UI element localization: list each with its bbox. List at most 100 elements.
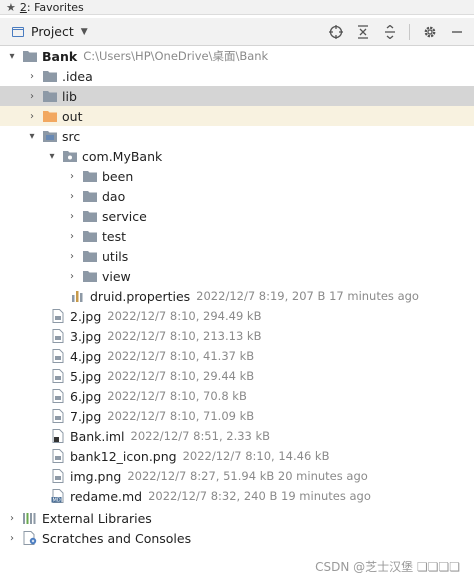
favorites-tab[interactable]: ★ 2 : Favorites [0, 0, 474, 15]
library-icon [22, 510, 38, 526]
tree-node-file[interactable]: img.png 2022/12/7 8:27, 51.94 kB 20 minu… [0, 466, 474, 486]
minimize-icon[interactable] [446, 21, 468, 43]
folder-icon [22, 48, 38, 64]
folder-name: .idea [62, 68, 93, 84]
chevron-right-icon[interactable]: › [66, 226, 78, 246]
tree-node-src[interactable]: ▾ src [0, 126, 474, 146]
file-meta: 2022/12/7 8:10, 294.49 kB [107, 309, 262, 323]
tree-node-service[interactable]: › service [0, 206, 474, 226]
folder-name: test [102, 228, 127, 244]
chevron-right-icon[interactable]: › [6, 508, 18, 528]
tree-node-druid[interactable]: druid.properties 2022/12/7 8:19, 207 B 1… [0, 286, 474, 306]
chevron-right-icon[interactable]: › [66, 266, 78, 286]
favorites-number: 2 [19, 0, 27, 14]
file-name: 4.jpg [70, 348, 102, 364]
node-name: Scratches and Consoles [42, 530, 192, 546]
chevron-right-icon[interactable]: › [26, 106, 38, 126]
svg-text:MD: MD [53, 498, 61, 503]
tree-node-view[interactable]: › view [0, 266, 474, 286]
gear-icon[interactable] [419, 21, 441, 43]
tree-node-file[interactable]: MD redame.md 2022/12/7 8:32, 240 B 19 mi… [0, 486, 474, 506]
folder-icon [82, 248, 98, 264]
project-view-selector[interactable]: Project ▼ [12, 24, 88, 39]
folder-icon [82, 188, 98, 204]
tree-node-file[interactable]: Bank.iml 2022/12/7 8:51, 2.33 kB [0, 426, 474, 446]
tree-node-file[interactable]: 5.jpg 2022/12/7 8:10, 29.44 kB [0, 366, 474, 386]
folder-name: service [102, 208, 147, 224]
image-file-icon [50, 348, 66, 364]
package-icon [62, 148, 78, 164]
tree-node-package[interactable]: ▾ com.MyBank [0, 146, 474, 166]
chevron-down-icon: ▼ [80, 26, 88, 37]
chevron-right-icon[interactable]: › [66, 166, 78, 186]
file-name: 6.jpg [70, 388, 102, 404]
folder-name: src [62, 128, 81, 144]
toolbar-divider [409, 23, 410, 40]
folder-icon [82, 268, 98, 284]
excluded-folder-icon [42, 108, 58, 124]
file-name: bank12_icon.png [70, 448, 177, 464]
collapse-all-icon[interactable] [352, 21, 374, 43]
tree-node-root[interactable]: ▾ Bank C:\Users\HP\OneDrive\桌面\Bank [0, 46, 474, 66]
expand-all-icon[interactable] [379, 21, 401, 43]
package-name: com.MyBank [82, 148, 163, 164]
file-meta: 2022/12/7 8:27, 51.94 kB 20 minutes ago [127, 469, 368, 483]
file-meta: 2022/12/7 8:51, 2.33 kB [130, 429, 271, 443]
chevron-down-icon[interactable]: ▾ [6, 46, 18, 66]
image-file-icon [50, 448, 66, 464]
file-name: img.png [70, 468, 122, 484]
chevron-right-icon[interactable]: › [6, 528, 18, 548]
tree-node-file[interactable]: 3.jpg 2022/12/7 8:10, 213.13 kB [0, 326, 474, 346]
chevron-right-icon[interactable]: › [66, 186, 78, 206]
folder-name: dao [102, 188, 126, 204]
file-name: redame.md [70, 488, 143, 504]
source-folder-icon [42, 128, 58, 144]
tree-node-test[interactable]: › test [0, 226, 474, 246]
crosshair-icon[interactable] [325, 21, 347, 43]
file-meta: 2022/12/7 8:32, 240 B 19 minutes ago [148, 489, 371, 503]
folder-name: view [102, 268, 131, 284]
folder-name: been [102, 168, 134, 184]
image-file-icon [50, 388, 66, 404]
tree-node-file[interactable]: 7.jpg 2022/12/7 8:10, 71.09 kB [0, 406, 474, 426]
node-name: External Libraries [42, 510, 152, 526]
image-file-icon [50, 368, 66, 384]
tree-node-idea[interactable]: › .idea [0, 66, 474, 86]
tree-node-dao[interactable]: › dao [0, 186, 474, 206]
tree-node-been[interactable]: › been [0, 166, 474, 186]
watermark: CSDN @芝士汉堡 ❏❏❏❏ [315, 560, 460, 574]
tree-node-file[interactable]: 2.jpg 2022/12/7 8:10, 294.49 kB [0, 306, 474, 326]
tree-node-file[interactable]: 6.jpg 2022/12/7 8:10, 70.8 kB [0, 386, 474, 406]
folder-icon [42, 68, 58, 84]
file-name: druid.properties [90, 288, 191, 304]
chevron-right-icon[interactable]: › [66, 206, 78, 226]
file-meta: 2022/12/7 8:10, 14.46 kB [182, 449, 330, 463]
tree-node-external-libraries[interactable]: › External Libraries [0, 508, 474, 528]
folder-icon [42, 88, 58, 104]
chevron-right-icon[interactable]: › [26, 66, 38, 86]
chevron-down-icon[interactable]: ▾ [46, 146, 58, 166]
markdown-file-icon: MD [50, 488, 66, 504]
tree-node-file[interactable]: 4.jpg 2022/12/7 8:10, 41.37 kB [0, 346, 474, 366]
file-name: 5.jpg [70, 368, 102, 384]
project-toolbar: Project ▼ [0, 18, 474, 46]
chevron-right-icon[interactable]: › [26, 86, 38, 106]
tree-node-utils[interactable]: › utils [0, 246, 474, 266]
folder-icon [82, 228, 98, 244]
folder-name: out [62, 108, 83, 124]
image-file-icon [50, 308, 66, 324]
module-file-icon [50, 428, 66, 444]
file-name: 3.jpg [70, 328, 102, 344]
tree-node-file[interactable]: bank12_icon.png 2022/12/7 8:10, 14.46 kB [0, 446, 474, 466]
folder-name: lib [62, 88, 77, 104]
tree-node-scratches[interactable]: › Scratches and Consoles [0, 528, 474, 548]
tree-node-lib[interactable]: › lib [0, 86, 474, 106]
folder-icon [82, 168, 98, 184]
chevron-right-icon[interactable]: › [66, 246, 78, 266]
file-meta: 2022/12/7 8:10, 213.13 kB [107, 329, 262, 343]
tree-node-out[interactable]: › out [0, 106, 474, 126]
file-meta: 2022/12/7 8:10, 70.8 kB [107, 389, 247, 403]
project-window-icon [12, 26, 24, 37]
chevron-down-icon[interactable]: ▾ [26, 126, 38, 146]
scratches-icon [22, 530, 38, 546]
